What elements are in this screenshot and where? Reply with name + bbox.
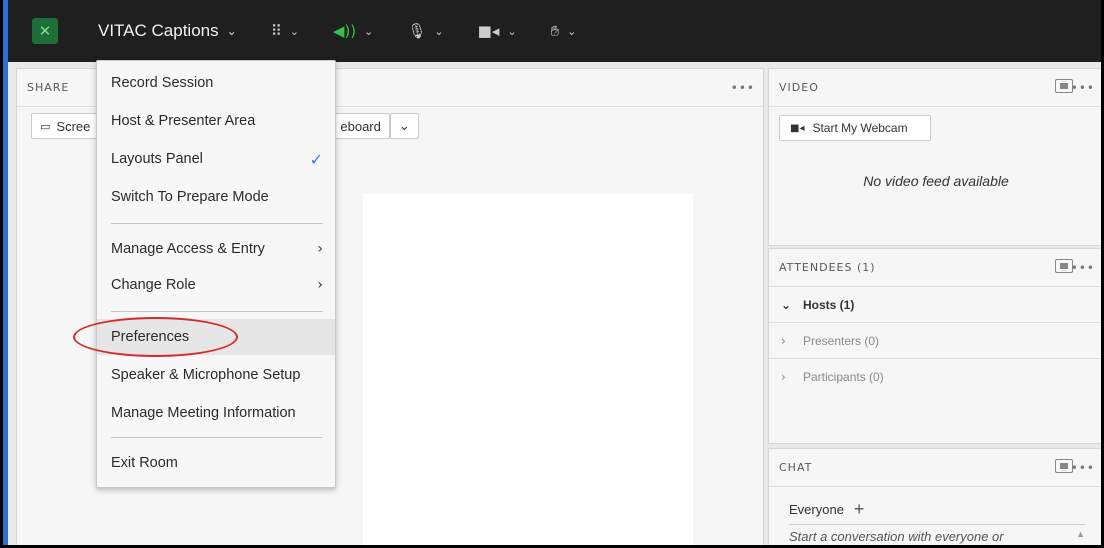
menu-item-label: Speaker & Microphone Setup	[111, 367, 301, 383]
chevron-down-icon: ⌄	[567, 24, 577, 38]
menu-item-label: Change Role	[111, 277, 196, 293]
menu-item-host-presenter-area[interactable]: Host & Presenter Area	[97, 103, 335, 139]
menu-item-label: Record Session	[111, 75, 214, 91]
video-pod: VIDEO ••• ■◂ Start My Webcam No video fe…	[768, 68, 1101, 246]
apps-grid-button[interactable]: ⠿ ⌄	[271, 22, 299, 40]
room-name: VITAC Captions	[98, 21, 219, 40]
speaker-icon: ◀))	[332, 22, 357, 40]
menu-item-label: Layouts Panel	[111, 151, 203, 167]
room-dropdown-menu: Record Session Host & Presenter Area Lay…	[96, 60, 336, 488]
chevron-right-icon: ›	[317, 277, 323, 293]
more-options-icon[interactable]: •••	[1071, 261, 1095, 275]
microphone-button[interactable]: 🎙︎ ⌄	[407, 22, 443, 40]
attendees-pod: ATTENDEES (1) ••• ⌄ Hosts (1) › Presente…	[768, 248, 1101, 444]
chevron-down-icon: ⌄	[434, 24, 444, 38]
connect-logo-icon[interactable]: ✕	[32, 18, 58, 44]
chat-message-area[interactable]: Start a conversation with everyone or ▲	[789, 524, 1085, 544]
raise-hand-icon: ✋︎	[550, 22, 560, 40]
top-toolbar: ✕ VITAC Captions ⌄ ⠿ ⌄ ◀)) ⌄ 🎙︎ ⌄ ■◂ ⌄ ✋…	[8, 0, 1101, 62]
menu-item-manage-access[interactable]: Manage Access & Entry ›	[97, 231, 335, 267]
chat-pod: CHAT ••• Everyone + Start a conversation…	[768, 448, 1101, 545]
attendees-pod-title: ATTENDEES (1)	[769, 249, 1101, 287]
share-screen-label: Scree	[56, 118, 91, 134]
whiteboard-label: eboard	[340, 118, 381, 134]
microphone-icon: 🎙︎	[407, 22, 427, 40]
chevron-down-icon: ⌄	[364, 24, 374, 38]
menu-item-label: Manage Meeting Information	[111, 405, 296, 421]
chat-tab-everyone[interactable]: Everyone	[789, 502, 844, 517]
menu-separator	[111, 437, 323, 438]
menu-item-label: Switch To Prepare Mode	[111, 189, 269, 205]
menu-item-exit-room[interactable]: Exit Room	[97, 445, 335, 481]
attendee-group-label: Participants (0)	[803, 370, 884, 384]
whiteboard-canvas[interactable]	[363, 194, 693, 545]
start-webcam-label: Start My Webcam	[812, 121, 908, 135]
menu-item-speaker-mic-setup[interactable]: Speaker & Microphone Setup	[97, 357, 335, 393]
menu-item-change-role[interactable]: Change Role ›	[97, 267, 335, 303]
attendee-group-presenters[interactable]: › Presenters (0)	[769, 323, 1101, 359]
chat-pod-title: CHAT	[769, 449, 1101, 487]
more-options-icon[interactable]: •••	[1071, 461, 1095, 475]
video-pod-title: VIDEO	[769, 69, 1101, 107]
raise-hand-button[interactable]: ✋︎ ⌄	[551, 22, 577, 40]
camera-icon: ■◂	[477, 22, 500, 40]
menu-item-label: Manage Access & Entry	[111, 241, 265, 257]
chevron-down-icon: ⌄	[781, 297, 792, 312]
attendee-group-label: Hosts (1)	[803, 297, 855, 312]
chevron-right-icon: ›	[781, 370, 786, 384]
attendee-group-participants[interactable]: › Participants (0)	[769, 359, 1101, 395]
chat-tab-bar: Everyone +	[789, 499, 1101, 520]
monitor-icon: ▭	[40, 119, 51, 133]
room-menu-button[interactable]: VITAC Captions ⌄	[98, 21, 237, 41]
menu-separator	[111, 223, 323, 224]
menu-item-label: Exit Room	[111, 455, 178, 471]
checkmark-icon: ✓	[309, 149, 323, 169]
share-screen-button[interactable]: ▭ Scree	[31, 113, 100, 139]
menu-item-label: Host & Presenter Area	[111, 113, 256, 129]
menu-item-record-session[interactable]: Record Session	[97, 65, 335, 101]
share-dropdown-button[interactable]: ⌄	[389, 113, 419, 139]
attendee-group-hosts[interactable]: ⌄ Hosts (1)	[769, 287, 1101, 323]
menu-separator	[111, 311, 323, 312]
whiteboard-button[interactable]: eboard	[331, 113, 390, 139]
menu-item-manage-meeting-info[interactable]: Manage Meeting Information	[97, 395, 335, 431]
add-chat-tab-icon[interactable]: +	[854, 499, 865, 520]
more-options-icon[interactable]: •••	[1071, 81, 1095, 95]
chevron-right-icon: ›	[781, 333, 786, 348]
chevron-down-icon: ⌄	[226, 24, 237, 38]
camera-button[interactable]: ■◂ ⌄	[478, 22, 517, 40]
menu-item-switch-prepare-mode[interactable]: Switch To Prepare Mode	[97, 179, 335, 215]
apps-grid-icon: ⠿	[270, 22, 282, 40]
chevron-down-icon: ⌄	[507, 24, 517, 38]
start-webcam-button[interactable]: ■◂ Start My Webcam	[779, 115, 931, 141]
attendee-group-label: Presenters (0)	[803, 333, 880, 348]
more-options-icon[interactable]: •••	[731, 81, 755, 95]
chat-placeholder: Start a conversation with everyone or	[789, 529, 1004, 544]
speaker-button[interactable]: ◀)) ⌄	[333, 22, 373, 40]
scroll-up-icon[interactable]: ▲	[1076, 529, 1085, 544]
chevron-right-icon: ›	[317, 241, 323, 257]
chevron-down-icon: ⌄	[289, 24, 299, 38]
chevron-down-icon: ⌄	[398, 118, 410, 134]
no-video-message: No video feed available	[863, 173, 1009, 189]
camera-icon: ■◂	[790, 122, 805, 134]
menu-item-layouts-panel[interactable]: Layouts Panel ✓	[97, 141, 335, 177]
highlight-circle-annotation	[73, 317, 238, 357]
app-window: ✕ VITAC Captions ⌄ ⠿ ⌄ ◀)) ⌄ 🎙︎ ⌄ ■◂ ⌄ ✋…	[0, 0, 1104, 548]
